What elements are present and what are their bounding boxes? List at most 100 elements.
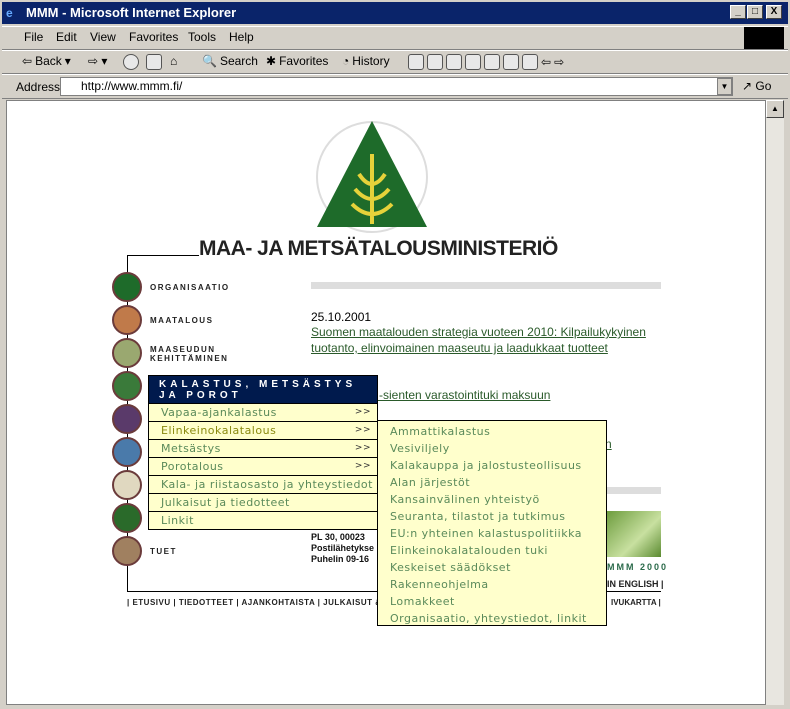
nav-circle-icon[interactable] xyxy=(112,338,142,368)
mail-icon[interactable] xyxy=(408,54,424,70)
menu-item-label: Kala- ja riistaosasto ja yhteystiedot xyxy=(161,478,373,491)
go-label: Go xyxy=(755,79,772,93)
home-icon[interactable]: ⌂ xyxy=(170,54,177,68)
history-icon: ◔ xyxy=(342,54,350,68)
messenger-icon[interactable] xyxy=(484,54,500,70)
menu-item[interactable]: Metsästys >> xyxy=(149,439,377,457)
menu-help[interactable]: Help xyxy=(229,30,254,44)
nav-item-label[interactable]: MAASEUDUN KEHITTÄMINEN xyxy=(150,345,230,363)
menu-item[interactable]: Julkaisut ja tiedotteet xyxy=(149,493,377,511)
refresh-icon[interactable] xyxy=(146,54,162,70)
toolbar-extra-icons[interactable]: ⇦ ⇨ xyxy=(408,54,564,70)
submenu-arrow: >> xyxy=(354,443,371,453)
nav-circle-icon[interactable] xyxy=(112,404,142,434)
ministry-logo xyxy=(316,121,428,233)
page-icon[interactable] xyxy=(522,54,538,70)
address-input[interactable]: http://www.mmm.fi/ xyxy=(60,77,733,96)
window-title: MMM - Microsoft Internet Explorer xyxy=(26,5,237,20)
favorites-label: Favorites xyxy=(279,54,329,68)
menu-item[interactable]: Elinkeinokalatalous >> xyxy=(149,421,377,439)
in-english-link[interactable]: IN ENGLISH | xyxy=(607,579,664,589)
print-icon[interactable] xyxy=(427,54,443,70)
back-label: Back xyxy=(35,54,62,68)
submenu-item[interactable]: Rakenneohjelma xyxy=(390,576,606,593)
submenu-item[interactable]: Elinkeinokalatalouden tuki xyxy=(390,542,606,559)
tree-line-top xyxy=(127,255,199,256)
divider xyxy=(311,282,661,289)
submenu-item[interactable]: Lomakkeet xyxy=(390,593,606,610)
submenu-item[interactable]: Keskeiset säädökset xyxy=(390,559,606,576)
contact-address: PL 30, 00023 xyxy=(311,532,365,542)
nav-circle-icon[interactable] xyxy=(112,536,142,566)
prev-arrow-icon[interactable]: ⇦ xyxy=(541,55,551,69)
search-button[interactable]: 🔍 Search xyxy=(202,54,258,68)
vertical-scrollbar[interactable]: ▲ xyxy=(766,100,784,705)
close-button[interactable]: X xyxy=(766,5,782,19)
maximize-button[interactable]: □ xyxy=(747,5,763,19)
submenu-item[interactable]: Organisaatio, yhteystiedot, linkit xyxy=(390,610,606,627)
menu-item[interactable]: Kala- ja riistaosasto ja yhteystiedot xyxy=(149,475,377,493)
nav-circle-icon[interactable] xyxy=(112,503,142,533)
nav-circle-icon[interactable] xyxy=(112,272,142,302)
scroll-up-button[interactable]: ▲ xyxy=(766,100,784,118)
nav-circle-icon[interactable] xyxy=(112,470,142,500)
contact-phone: Puhelin 09-16 xyxy=(311,554,370,564)
page-content: MAA- JA METSÄTALOUSMINISTERIÖ ORGANISAAT… xyxy=(6,100,766,705)
favorites-icon: ✱ xyxy=(266,54,277,68)
stop-icon[interactable] xyxy=(123,54,139,70)
history-label: History xyxy=(352,54,390,68)
menu-item[interactable]: Linkit xyxy=(149,511,377,529)
ie-icon: e xyxy=(6,6,13,20)
nav-circle-icon[interactable] xyxy=(112,305,142,335)
go-button[interactable]: ↗ Go xyxy=(742,79,771,93)
menu-tools[interactable]: Tools xyxy=(188,30,216,44)
search-icon: 🔍 xyxy=(202,54,217,68)
history-button[interactable]: ◔ History xyxy=(342,54,390,68)
submenu-item[interactable]: Ammattikalastus xyxy=(390,423,606,440)
menu-favorites[interactable]: Favorites xyxy=(129,30,178,44)
menu-view[interactable]: View xyxy=(90,30,116,44)
news-link-strategy[interactable]: Suomen maatalouden strategia vuoteen 201… xyxy=(311,324,671,356)
submenu-arrow: >> xyxy=(354,425,371,435)
forward-button[interactable]: ⇨ ▾ xyxy=(88,54,107,68)
menu-file[interactable]: File xyxy=(24,30,43,44)
go-arrow-icon: ↗ xyxy=(742,79,753,93)
people-icon[interactable] xyxy=(503,54,519,70)
address-dropdown-button[interactable]: ▼ xyxy=(717,78,732,95)
submenu-item[interactable]: Alan järjestöt xyxy=(390,474,606,491)
submenu-arrow: >> xyxy=(354,407,371,417)
nav-circle-icon[interactable] xyxy=(112,371,142,401)
menu-header: KALASTUS, METSÄSTYS JA POROT xyxy=(149,376,377,403)
footer-nav[interactable]: | ETUSIVU | TIEDOTTEET | AJANKOHTAISTA |… xyxy=(127,598,382,607)
dropdown-menu: KALASTUS, METSÄSTYS JA POROT Vapaa-ajank… xyxy=(148,375,378,530)
menu-bar xyxy=(2,26,788,50)
menu-item-label: Julkaisut ja tiedotteet xyxy=(161,496,290,509)
nav-item-label[interactable]: ORGANISAATIO xyxy=(150,283,230,292)
submenu-item[interactable]: Seuranta, tilastot ja tutkimus xyxy=(390,508,606,525)
back-button[interactable]: ⇦ Back ▾ xyxy=(22,54,71,68)
submenu-item[interactable]: Kansainvälinen yhteistyö xyxy=(390,491,606,508)
menu-item-label: Porotalous xyxy=(161,460,224,473)
menu-item-label: Linkit xyxy=(161,514,194,527)
menu-item[interactable]: Vapaa-ajankalastus >> xyxy=(149,403,377,421)
contact-postal: Postilähetykse xyxy=(311,543,375,553)
menu-edit[interactable]: Edit xyxy=(56,30,77,44)
nav-item-label[interactable]: TUET xyxy=(150,547,230,556)
edit-icon[interactable] xyxy=(446,54,462,70)
submenu: Ammattikalastus Vesiviljely Kalakauppa ja … xyxy=(377,420,607,626)
next-arrow-icon[interactable]: ⇨ xyxy=(554,55,564,69)
discuss-icon[interactable] xyxy=(465,54,481,70)
menu-item[interactable]: Porotalous >> xyxy=(149,457,377,475)
toolbar xyxy=(2,50,788,74)
nav-circle-icon[interactable] xyxy=(112,437,142,467)
submenu-item[interactable]: Vesiviljely xyxy=(390,440,606,457)
nav-item-label[interactable]: MAATALOUS xyxy=(150,316,230,325)
footer-nav-sitemap[interactable]: IVUKARTTA | xyxy=(611,598,661,607)
submenu-item[interactable]: EU:n yhteinen kalastuspolitiikka xyxy=(390,525,606,542)
windows-logo xyxy=(744,27,784,49)
favorites-button[interactable]: ✱ Favorites xyxy=(266,54,328,68)
minimize-button[interactable]: _ xyxy=(730,5,746,19)
submenu-item[interactable]: Kalakauppa ja jalostusteollisuus xyxy=(390,457,606,474)
site-title: MAA- JA METSÄTALOUSMINISTERIÖ xyxy=(199,237,558,260)
mmm-2000: MMM 2000 xyxy=(607,562,669,572)
